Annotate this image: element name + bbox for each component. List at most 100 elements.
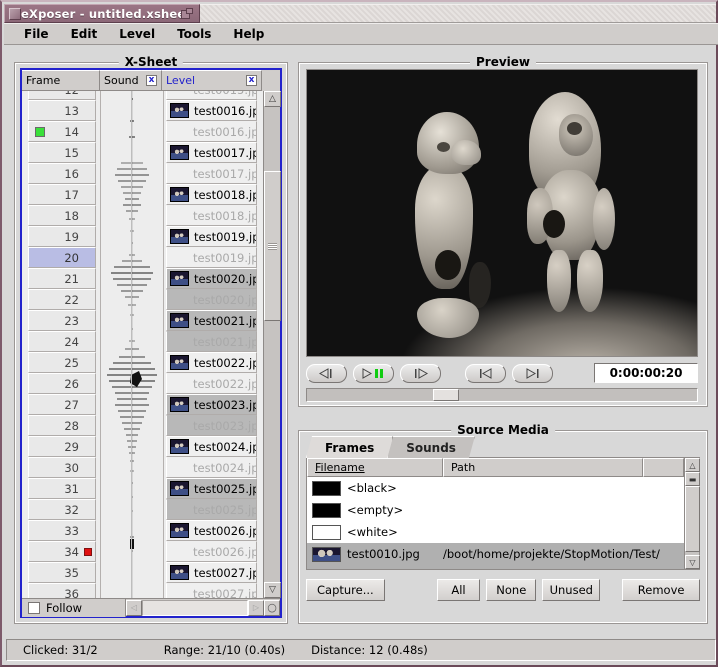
source-media-row[interactable]: test0010.jpg/boot/home/projekte/StopMoti… xyxy=(307,543,684,565)
close-box-icon[interactable] xyxy=(9,7,21,20)
go-to-end-button[interactable] xyxy=(512,363,553,383)
frame-row[interactable]: 31 xyxy=(28,478,96,499)
xsheet-header-level[interactable]: Level x xyxy=(162,70,262,91)
level-row[interactable]: test0017.jpg xyxy=(166,142,257,163)
frame-row[interactable]: 13 xyxy=(28,100,96,121)
frame-row[interactable]: 18 xyxy=(28,205,96,226)
xsheet-vertical-scrollbar[interactable]: △ ▽ xyxy=(263,91,281,598)
frame-row[interactable]: 14 xyxy=(28,121,96,142)
source-media-scroll-up-icon[interactable]: △ xyxy=(685,458,700,472)
scroll-left-arrow-icon[interactable]: ◁ xyxy=(126,599,142,616)
preview-slider-knob[interactable] xyxy=(433,389,459,401)
step-forward-button[interactable] xyxy=(400,363,441,383)
scroll-resize-knob-icon[interactable]: ○ xyxy=(264,599,280,616)
level-row[interactable]: test0016.jpg xyxy=(166,100,257,121)
horizontal-scroll-track[interactable] xyxy=(142,599,248,616)
level-row[interactable]: test0021.jpg xyxy=(166,331,257,352)
menu-level[interactable]: Level xyxy=(108,25,166,43)
select-unused-button[interactable]: Unused xyxy=(542,579,601,601)
preview-timeline-slider[interactable] xyxy=(306,388,698,402)
capture-button[interactable]: Capture... xyxy=(306,579,385,601)
frame-row[interactable]: 30 xyxy=(28,457,96,478)
level-row[interactable]: test0022.jpg xyxy=(166,352,257,373)
level-column-checkbox[interactable]: x xyxy=(246,75,257,86)
level-row[interactable]: test0027.jpg xyxy=(166,583,257,598)
frame-marker-green-icon[interactable] xyxy=(35,127,45,137)
level-row[interactable]: test0016.jpg xyxy=(166,121,257,142)
source-media-row[interactable]: <white> xyxy=(307,521,684,543)
tab-sounds[interactable]: Sounds xyxy=(387,436,475,458)
level-row[interactable]: test0017.jpg xyxy=(166,163,257,184)
level-row[interactable]: test0020.jpg xyxy=(166,268,257,289)
frame-row[interactable]: 20 xyxy=(28,247,96,268)
window-title-bar[interactable]: eXposer - untitled.xsheet xyxy=(4,4,200,23)
source-media-scroll-minus-icon[interactable]: ▬ xyxy=(685,472,700,486)
frame-row[interactable]: 15 xyxy=(28,142,96,163)
xsheet-header-sound[interactable]: Sound x xyxy=(100,70,162,91)
level-row[interactable]: test0025.jpg xyxy=(166,478,257,499)
frame-row[interactable]: 23 xyxy=(28,310,96,331)
frame-row[interactable]: 16 xyxy=(28,163,96,184)
frame-row[interactable]: 36 xyxy=(28,583,96,598)
xsheet-horizontal-scrollbar[interactable]: Follow ◁ ▷ ○ xyxy=(22,598,280,617)
level-row[interactable]: test0021.jpg xyxy=(166,310,257,331)
column-header-path[interactable]: Path xyxy=(443,458,643,477)
level-row[interactable]: test0019.jpg xyxy=(166,226,257,247)
remove-button[interactable]: Remove xyxy=(622,579,700,601)
follow-checkbox-container[interactable]: Follow xyxy=(22,598,126,617)
scroll-up-arrow-icon[interactable]: △ xyxy=(264,91,281,107)
frame-row[interactable]: 34 xyxy=(28,541,96,562)
level-row[interactable]: test0023.jpg xyxy=(166,394,257,415)
scroll-right-arrow-icon[interactable]: ▷ xyxy=(248,599,264,616)
frame-row[interactable]: 17 xyxy=(28,184,96,205)
level-row[interactable]: test0023.jpg xyxy=(166,415,257,436)
source-media-scroll-thumb[interactable] xyxy=(685,486,700,552)
level-row[interactable]: test0020.jpg xyxy=(166,289,257,310)
level-row[interactable]: test0019.jpg xyxy=(166,247,257,268)
level-row[interactable]: test0022.jpg xyxy=(166,373,257,394)
level-row[interactable]: test0025.jpg xyxy=(166,499,257,520)
frame-row[interactable]: 33 xyxy=(28,520,96,541)
menu-edit[interactable]: Edit xyxy=(60,25,109,43)
column-header-filename[interactable]: Filename xyxy=(307,458,443,477)
frame-row[interactable]: 19 xyxy=(28,226,96,247)
frame-row[interactable]: 35 xyxy=(28,562,96,583)
zoom-box-icon[interactable] xyxy=(181,8,194,19)
level-row[interactable]: test0027.jpg xyxy=(166,562,257,583)
menu-tools[interactable]: Tools xyxy=(166,25,222,43)
menu-help[interactable]: Help xyxy=(222,25,275,43)
source-media-row[interactable]: <black> xyxy=(307,477,684,499)
source-media-row[interactable]: <empty> xyxy=(307,499,684,521)
frame-row[interactable]: 29 xyxy=(28,436,96,457)
select-all-button[interactable]: All xyxy=(436,579,481,601)
level-row[interactable]: test0026.jpg xyxy=(166,520,257,541)
tab-frames[interactable]: Frames xyxy=(306,436,393,458)
level-row[interactable]: test0024.jpg xyxy=(166,436,257,457)
level-row[interactable]: test0026.jpg xyxy=(166,541,257,562)
frame-row[interactable]: 12 xyxy=(28,91,96,100)
xsheet-header-frame[interactable]: Frame xyxy=(22,70,100,91)
frame-row[interactable]: 24 xyxy=(28,331,96,352)
frame-row[interactable]: 27 xyxy=(28,394,96,415)
preview-image[interactable] xyxy=(306,69,698,357)
source-media-scroll-down-icon[interactable]: ▽ xyxy=(685,555,700,569)
source-media-row[interactable]: test0011.jpg/boot/home/projekte/StopMoti… xyxy=(307,565,684,569)
level-row[interactable]: test0018.jpg xyxy=(166,205,257,226)
frame-row[interactable]: 26 xyxy=(28,373,96,394)
frame-row[interactable]: 25 xyxy=(28,352,96,373)
frame-row[interactable]: 32 xyxy=(28,499,96,520)
sound-waveform-column[interactable] xyxy=(101,91,164,598)
follow-checkbox[interactable] xyxy=(28,601,40,614)
go-to-start-button[interactable] xyxy=(465,363,506,383)
step-backward-button[interactable] xyxy=(306,363,347,383)
level-row[interactable]: test0024.jpg xyxy=(166,457,257,478)
scroll-down-arrow-icon[interactable]: ▽ xyxy=(264,582,281,598)
level-row[interactable]: test0015.jpg xyxy=(166,91,257,100)
xsheet-scroll-thumb[interactable] xyxy=(264,171,281,321)
frame-row[interactable]: 22 xyxy=(28,289,96,310)
level-row[interactable]: test0018.jpg xyxy=(166,184,257,205)
frame-marker-red-icon[interactable] xyxy=(84,548,92,556)
play-pause-button[interactable] xyxy=(353,363,394,383)
source-media-scrollbar[interactable]: △ ▬ ▽ xyxy=(684,458,700,569)
frame-row[interactable]: 21 xyxy=(28,268,96,289)
